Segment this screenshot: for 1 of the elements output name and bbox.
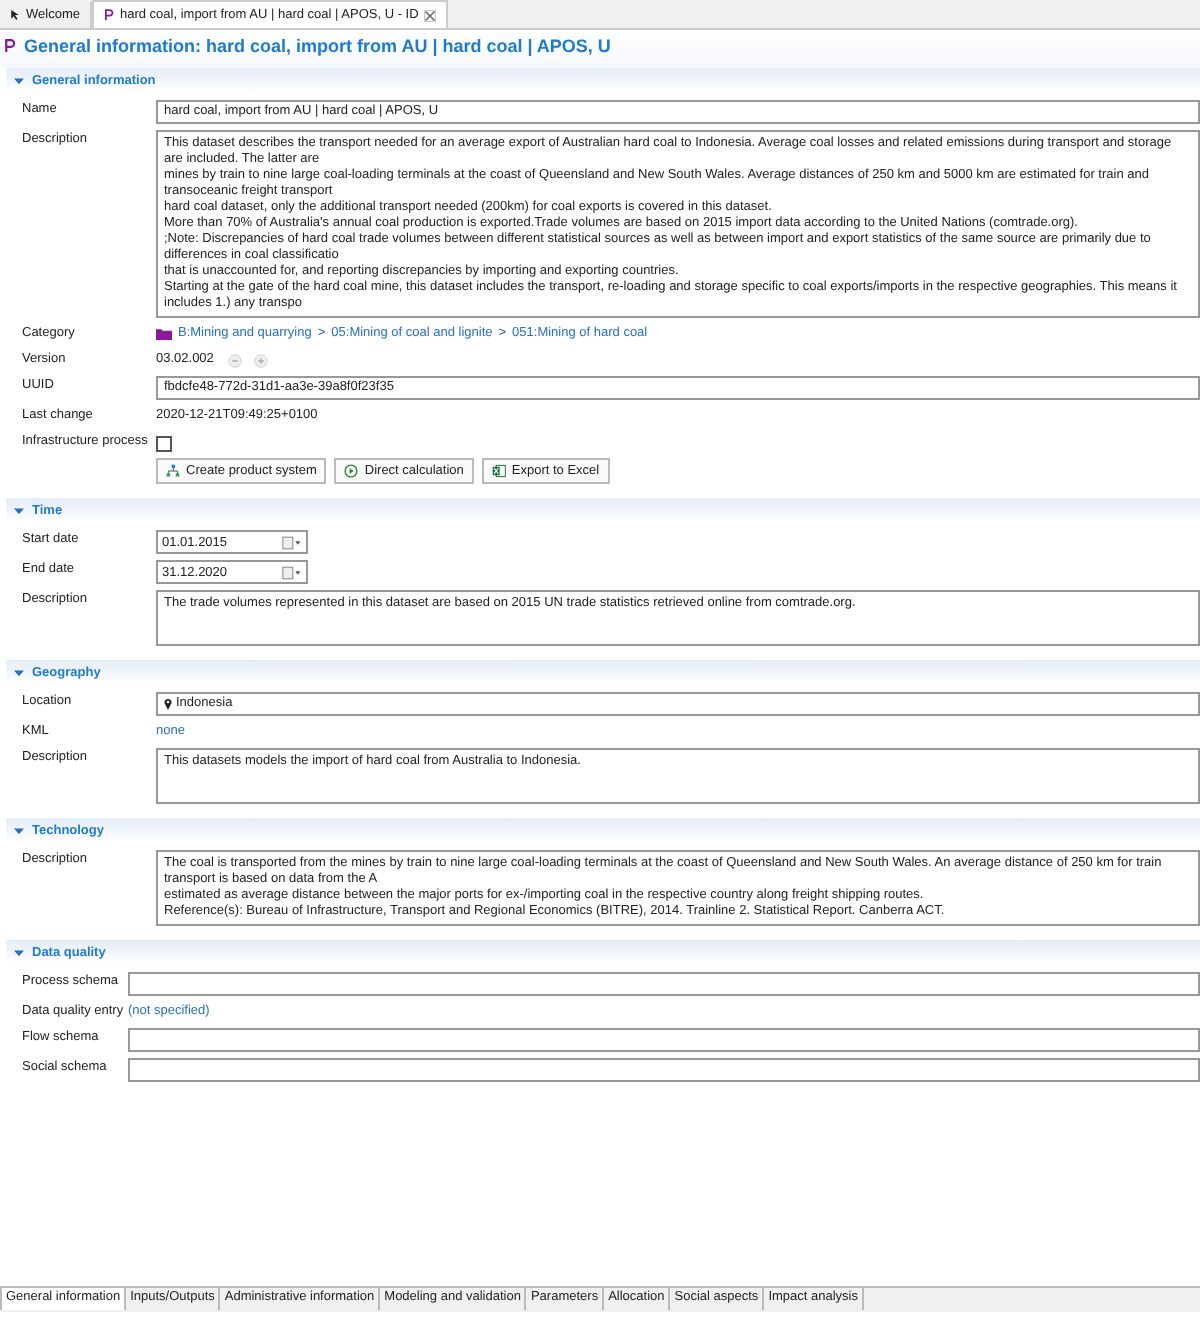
- page-title: General information: hard coal, import from AU | hard coal | APOS, U: [24, 36, 611, 56]
